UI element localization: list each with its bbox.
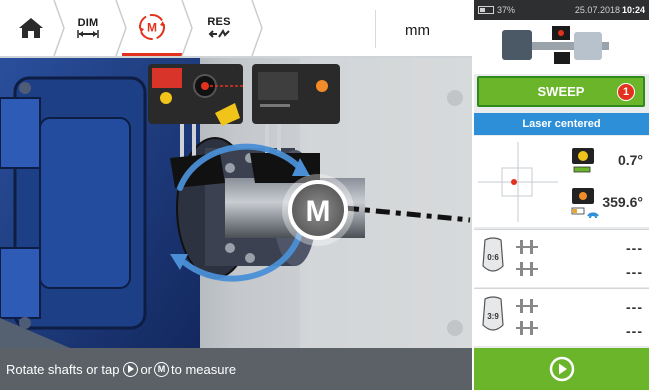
system-status-bar: 37% 25.07.2018 10:24: [474, 0, 649, 20]
instruction-bar: Rotate shafts or tap or M to measure: [0, 348, 472, 390]
top-toolbar: DIM M RES mm: [0, 0, 472, 58]
unit-label[interactable]: mm: [405, 22, 430, 39]
battery-indicator: 37%: [478, 5, 515, 15]
measure-step-button[interactable]: M: [122, 0, 182, 56]
battery-percent: 37%: [497, 5, 516, 15]
position-value-horizontal: ---: [626, 264, 643, 280]
instruction-text-end: to measure: [171, 361, 237, 377]
start-measure-button[interactable]: [474, 348, 649, 390]
right-panel: 37% 25.07.2018 10:24 SWEEP 1 Laser center…: [474, 0, 649, 390]
instruction-text-start: Rotate shafts or tap: [6, 361, 120, 377]
res-button[interactable]: RES: [188, 0, 250, 56]
laser-target-crosshair: [478, 142, 558, 222]
battery-icon: [478, 6, 494, 14]
sweep-count-badge: 1: [617, 83, 635, 101]
sensor-status-block: 0.7° 359.6°: [474, 136, 649, 227]
shaft-offset-icon: [516, 299, 538, 335]
dim-button[interactable]: DIM: [58, 0, 118, 56]
shaft-offset-icon: [516, 240, 538, 276]
play-icon: [549, 356, 574, 382]
breadcrumb-separator: [251, 0, 263, 56]
machine-thumbnail[interactable]: [474, 20, 649, 74]
svg-text:0:6: 0:6: [487, 253, 499, 262]
position-row-0-6[interactable]: 0:6 --- ---: [474, 229, 649, 287]
res-label: RES: [207, 16, 231, 28]
svg-text:3:9: 3:9: [487, 312, 499, 321]
instruction-text-middle: or: [140, 361, 153, 377]
home-icon: [19, 18, 43, 38]
position-value-horizontal: ---: [626, 323, 643, 339]
svg-text:M: M: [306, 195, 331, 228]
machine-thumbnail-icon: [502, 26, 609, 64]
measure-rotate-icon: M: [139, 13, 165, 40]
result-icon: [208, 29, 230, 38]
m-inline-icon: M: [154, 361, 170, 377]
time-label: 10:24: [621, 5, 645, 15]
home-button[interactable]: [8, 0, 54, 56]
sensor-unit-icon: [571, 188, 599, 219]
sensor-head: [252, 64, 340, 124]
foot-position-icon: 3:9: [482, 296, 504, 331]
position-value-vertical: ---: [626, 299, 643, 315]
dim-label: DIM: [77, 17, 99, 29]
laser-head: [148, 64, 245, 126]
play-inline-icon: [123, 361, 139, 377]
machine-illustration: M: [0, 58, 472, 348]
position-value-vertical: ---: [626, 240, 643, 256]
date-label: 25.07.2018: [574, 5, 620, 15]
foot-position-icon: 0:6: [482, 237, 504, 272]
laser-unit-icon: [572, 148, 594, 173]
sensor-angle-reading: 359.6°: [602, 194, 643, 210]
laser-angle-reading: 0.7°: [617, 152, 643, 168]
svg-text:M: M: [147, 20, 157, 34]
sweep-label: SWEEP: [537, 84, 585, 99]
position-row-3-9[interactable]: 3:9 --- ---: [474, 288, 649, 346]
toolbar-divider: [375, 10, 376, 48]
dimension-arrows-icon: [77, 30, 99, 38]
sweep-button[interactable]: SWEEP 1: [477, 76, 645, 107]
laser-status-banner: Laser centered: [474, 113, 649, 135]
machine-scene: M: [0, 58, 472, 348]
measure-overlay-button[interactable]: M: [282, 174, 354, 246]
